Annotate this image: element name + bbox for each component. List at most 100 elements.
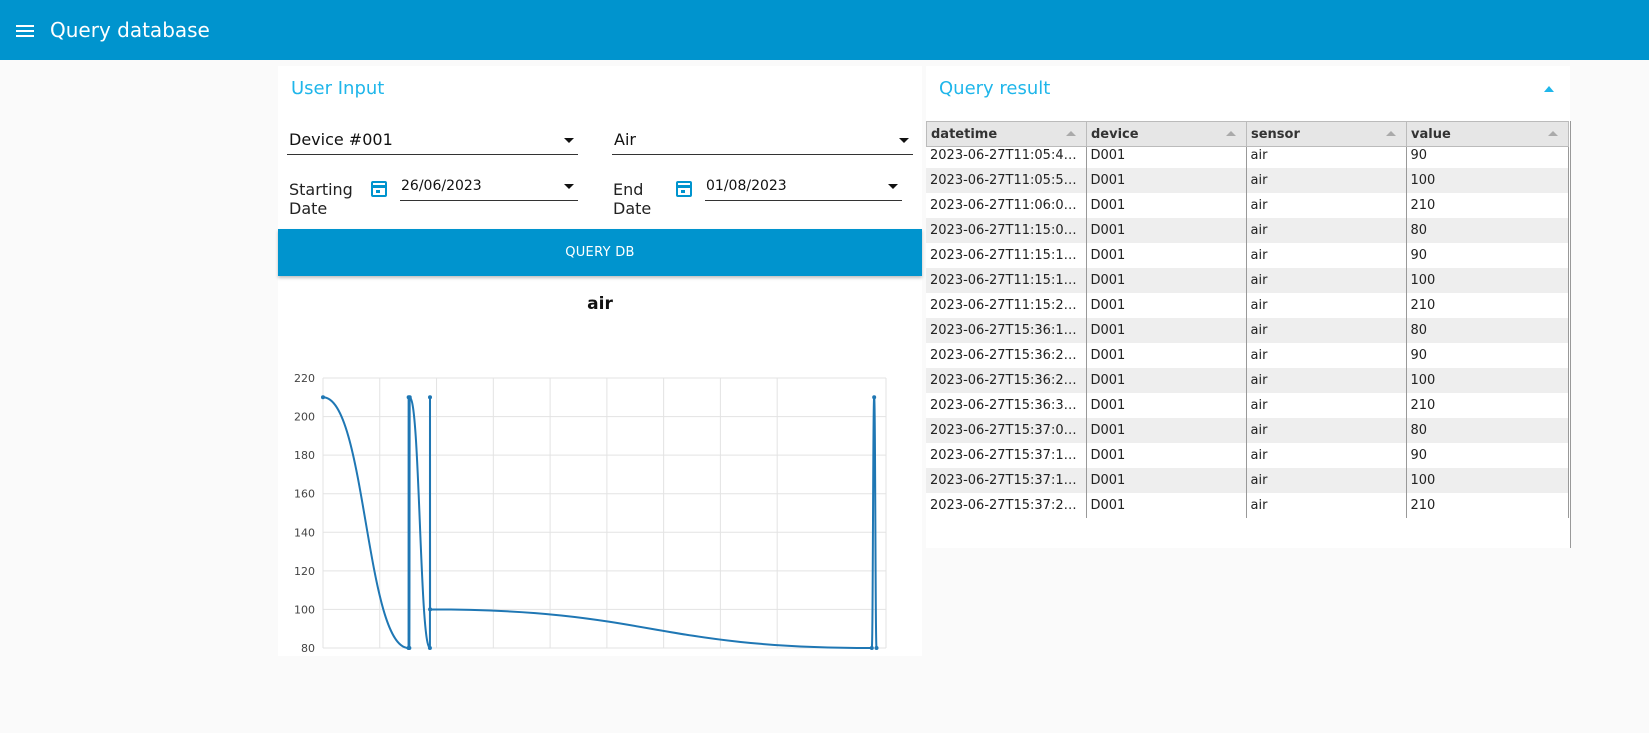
- table-cell: air: [1246, 268, 1407, 293]
- query-result-card: Query result 2023-06-27T11:05:44...D001a…: [926, 66, 1571, 548]
- data-point: [427, 646, 432, 650]
- table-row[interactable]: 2023-06-27T11:15:10... D001 air 90: [926, 243, 1569, 268]
- column-header-sensor[interactable]: sensor: [1246, 121, 1407, 147]
- table-cell: 80: [1406, 218, 1569, 243]
- table-cell: D001: [1086, 468, 1247, 493]
- table-cell: 80: [1406, 418, 1569, 443]
- table-cell: air: [1246, 218, 1407, 243]
- table-cell: D001: [1086, 218, 1247, 243]
- starting-date-field[interactable]: 26/06/2023: [400, 176, 578, 201]
- table-cell: 2023-06-27T15:37:11...: [926, 443, 1087, 468]
- table-cell: D001: [1086, 493, 1247, 518]
- query-db-button[interactable]: QUERY DB: [278, 229, 922, 276]
- table-cell: 210: [1406, 493, 1569, 518]
- table-cell: 2023-06-27T15:37:06...: [926, 418, 1087, 443]
- table-cell: air: [1246, 468, 1407, 493]
- sort-asc-icon: [1386, 131, 1396, 136]
- data-point: [869, 646, 874, 650]
- table-cell: air: [1246, 493, 1407, 518]
- table-cell: 2023-06-27T15:36:22...: [926, 343, 1087, 368]
- table-cell: air: [1246, 168, 1407, 193]
- device-select-value: Device #001: [289, 130, 393, 149]
- chart-title: air: [587, 294, 613, 314]
- table-cell: 100: [1406, 268, 1569, 293]
- table-cell: 2023-06-27T11:15:20...: [926, 293, 1087, 318]
- calendar-icon[interactable]: [676, 181, 692, 197]
- table-row[interactable]: 2023-06-27T15:37:21... D001 air 210: [926, 493, 1569, 518]
- sensor-select-value: Air: [614, 130, 636, 149]
- y-tick-label: 160: [294, 488, 315, 501]
- y-tick-label: 140: [294, 526, 315, 539]
- y-tick-label: 220: [294, 372, 315, 385]
- table-cell: air: [1246, 318, 1407, 343]
- sort-asc-icon: [1548, 131, 1558, 136]
- data-point: [428, 607, 433, 612]
- y-tick-label: 80: [301, 642, 315, 655]
- y-tick-label: 180: [294, 449, 315, 462]
- series-line: [322, 395, 878, 650]
- device-select[interactable]: Device #001: [287, 124, 578, 155]
- column-header-value[interactable]: value: [1406, 121, 1569, 147]
- table-cell: 2023-06-27T15:36:27...: [926, 368, 1087, 393]
- starting-date-value: 26/06/2023: [401, 178, 482, 194]
- table-cell: 2023-06-27T15:37:16...: [926, 468, 1087, 493]
- table-cell: D001: [1086, 243, 1247, 268]
- sort-asc-icon: [1226, 131, 1236, 136]
- table-cell: 100: [1406, 468, 1569, 493]
- table-row[interactable]: 2023-06-27T11:15:04... D001 air 80: [926, 218, 1569, 243]
- table-cell: D001: [1086, 368, 1247, 393]
- end-date-label: End Date: [613, 180, 652, 218]
- table-cell: air: [1246, 193, 1407, 218]
- menu-icon[interactable]: [16, 22, 36, 38]
- calendar-icon[interactable]: [371, 181, 387, 197]
- table-cell: 2023-06-27T11:15:04...: [926, 218, 1087, 243]
- table-cell: D001: [1086, 168, 1247, 193]
- chevron-down-icon: [564, 138, 574, 143]
- table-cell: 90: [1406, 243, 1569, 268]
- data-point: [407, 395, 412, 400]
- table-cell: 2023-06-27T11:06:00...: [926, 193, 1087, 218]
- table-row[interactable]: 2023-06-27T11:15:20... D001 air 210: [926, 293, 1569, 318]
- table-cell: air: [1246, 418, 1407, 443]
- collapse-icon[interactable]: [1544, 86, 1554, 92]
- data-point: [321, 395, 325, 400]
- table-row[interactable]: 2023-06-27T11:05:54... D001 air 100: [926, 168, 1569, 193]
- chevron-down-icon: [888, 184, 898, 189]
- table-cell: 100: [1406, 368, 1569, 393]
- table-cell: air: [1246, 443, 1407, 468]
- result-table[interactable]: 2023-06-27T11:05:44...D001air802023-06-2…: [926, 121, 1571, 548]
- table-row[interactable]: 2023-06-27T11:15:15... D001 air 100: [926, 268, 1569, 293]
- table-cell: 80: [1406, 318, 1569, 343]
- table-cell: 210: [1406, 193, 1569, 218]
- user-input-card: User Input Device #001 Air Starting Date…: [278, 66, 922, 656]
- table-row[interactable]: 2023-06-27T15:36:27... D001 air 100: [926, 368, 1569, 393]
- table-row[interactable]: 2023-06-27T15:37:16... D001 air 100: [926, 468, 1569, 493]
- sensor-select[interactable]: Air: [612, 124, 913, 155]
- table-row[interactable]: 2023-06-27T15:36:22... D001 air 90: [926, 343, 1569, 368]
- data-point: [428, 395, 433, 400]
- table-cell: D001: [1086, 443, 1247, 468]
- end-date-field[interactable]: 01/08/2023: [705, 176, 902, 201]
- table-row[interactable]: 2023-06-27T15:36:17... D001 air 80: [926, 318, 1569, 343]
- data-point: [407, 646, 412, 650]
- table-row[interactable]: 2023-06-27T15:37:06... D001 air 80: [926, 418, 1569, 443]
- column-header-device[interactable]: device: [1086, 121, 1247, 147]
- y-tick-label: 200: [294, 411, 315, 424]
- table-cell: 90: [1406, 443, 1569, 468]
- table-cell: D001: [1086, 343, 1247, 368]
- result-table-body: 2023-06-27T11:05:44...D001air802023-06-2…: [926, 121, 1569, 518]
- table-row[interactable]: 2023-06-27T15:36:32... D001 air 210: [926, 393, 1569, 418]
- table-cell: 210: [1406, 393, 1569, 418]
- table-cell: 210: [1406, 293, 1569, 318]
- sort-asc-icon: [1066, 131, 1076, 136]
- table-cell: 2023-06-27T11:15:15...: [926, 268, 1087, 293]
- table-cell: 100: [1406, 168, 1569, 193]
- table-row[interactable]: 2023-06-27T11:06:00... D001 air 210: [926, 193, 1569, 218]
- table-cell: D001: [1086, 193, 1247, 218]
- column-header-datetime[interactable]: datetime: [926, 121, 1087, 147]
- table-row[interactable]: 2023-06-27T15:37:11... D001 air 90: [926, 443, 1569, 468]
- starting-date-label: Starting Date: [289, 180, 353, 218]
- table-cell: D001: [1086, 293, 1247, 318]
- table-cell: 2023-06-27T11:05:54...: [926, 168, 1087, 193]
- table-cell: D001: [1086, 268, 1247, 293]
